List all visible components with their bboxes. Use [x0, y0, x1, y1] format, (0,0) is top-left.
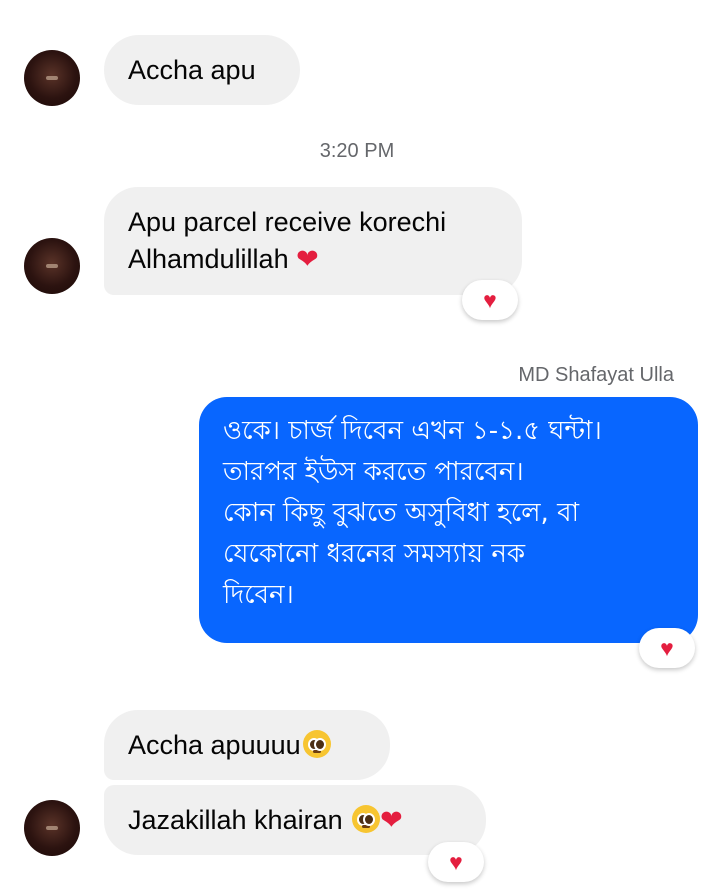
- message-text-line: দিবেন।: [223, 580, 294, 610]
- heart-emoji-icon: ❤: [380, 804, 403, 835]
- incoming-message[interactable]: Jazakillah khairan ❤: [104, 785, 486, 855]
- message-text-line: Accha apuuuu: [128, 727, 366, 764]
- message-text: Accha apu: [128, 54, 256, 85]
- outgoing-message[interactable]: ওকে। চার্জ দিবেন এখন ১-১.৫ ঘন্টা। তারপর …: [199, 397, 698, 643]
- avatar-mark: [46, 76, 58, 80]
- heart-reaction-icon[interactable]: ♥: [428, 842, 484, 882]
- heart-reaction-icon[interactable]: ♥: [462, 280, 518, 320]
- message-text: Jazakillah khairan: [128, 804, 343, 835]
- incoming-message[interactable]: Accha apuuuu: [104, 710, 390, 780]
- message-text: Alhamdulillah: [128, 244, 289, 274]
- incoming-message[interactable]: Accha apu: [104, 35, 300, 105]
- chat-thread: Accha apu 3:20 PM Apu parcel receive kor…: [0, 0, 714, 893]
- heart-reaction-icon[interactable]: ♥: [639, 628, 695, 668]
- message-text-line: তারপর ইউস করতে পারবেন।: [223, 457, 524, 487]
- holding-back-tears-emoji-icon: [352, 804, 381, 833]
- incoming-message[interactable]: Apu parcel receive korechi Alhamdulillah…: [104, 187, 522, 295]
- avatar-mark: [46, 826, 58, 830]
- holding-back-tears-emoji-icon: [302, 729, 331, 758]
- timestamp: 3:20 PM: [319, 140, 395, 162]
- sender-name: MD Shafayat Ulla: [518, 364, 674, 386]
- message-text-line: যেকোনো ধরনের সমস্যায় নক: [223, 539, 526, 569]
- avatar[interactable]: [24, 238, 80, 294]
- message-text-line: ওকে। চার্জ দিবেন এখন ১-১.৫ ঘন্টা।: [223, 416, 602, 446]
- message-text-line: Apu parcel receive korechi: [128, 207, 447, 237]
- message-text-line: কোন কিছু বুঝতে অসুবিধা হলে, বা: [223, 498, 580, 528]
- message-text: Accha apuuuu: [128, 729, 301, 760]
- avatar-mark: [46, 264, 58, 268]
- heart-emoji-icon: ❤: [296, 244, 319, 274]
- message-text-line: Alhamdulillah ❤: [128, 241, 498, 278]
- avatar[interactable]: [24, 800, 80, 856]
- message-text-line: Jazakillah khairan ❤: [128, 802, 462, 839]
- avatar[interactable]: [24, 50, 80, 106]
